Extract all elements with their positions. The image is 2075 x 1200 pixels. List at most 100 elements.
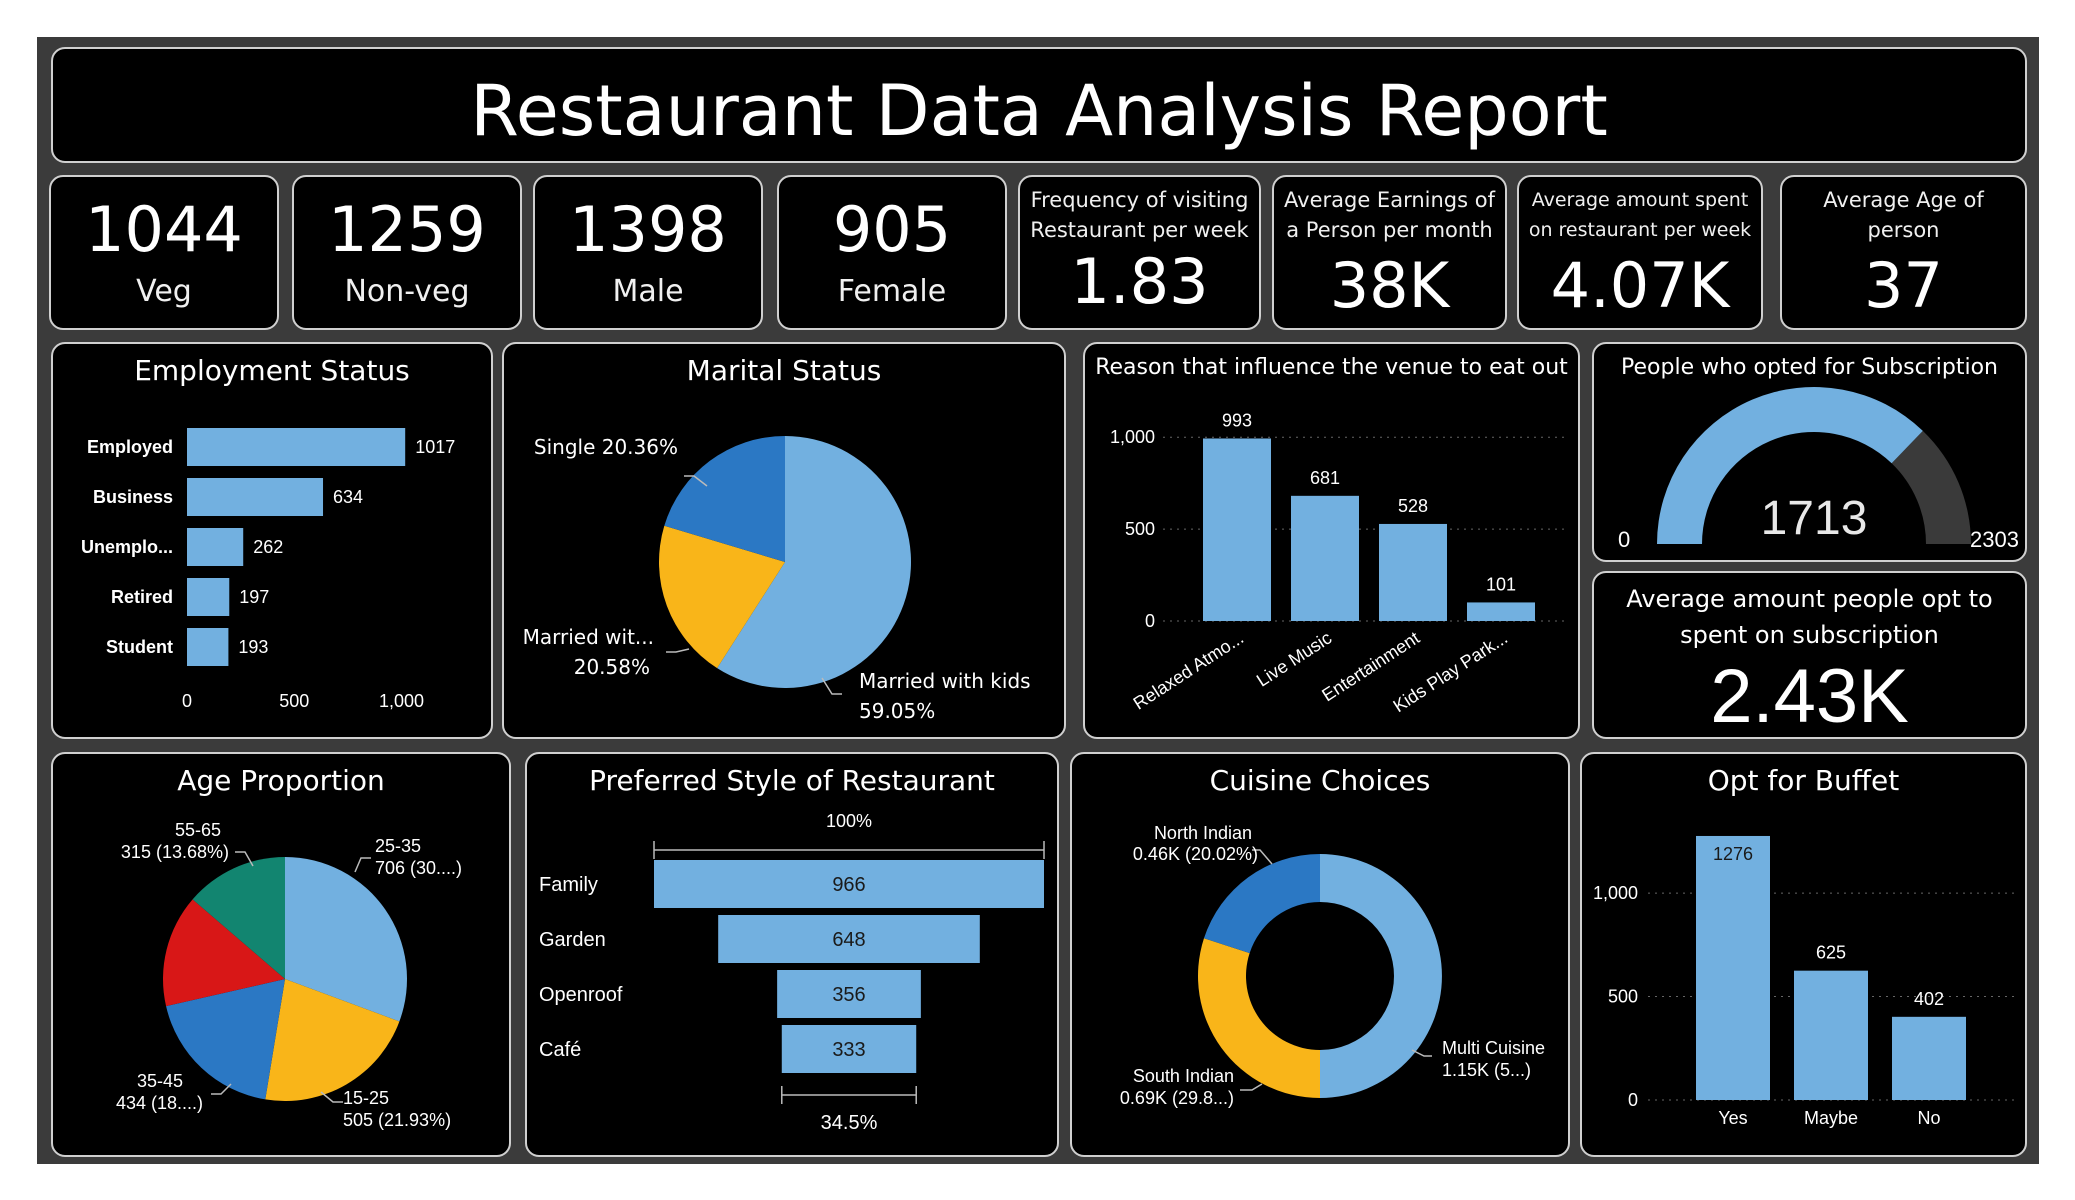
funnel-data-label: 648 [832,929,865,951]
kpi-label: Average Earnings of a Person per month [1284,188,1495,242]
employment-data-label: 197 [239,587,269,607]
age-slice-label: 35-45 [137,1071,183,1091]
employment-data-label: 262 [253,537,283,557]
funnel-data-label: 356 [832,984,865,1006]
funnel-data-label: 966 [832,874,865,896]
buffet-bar-chart: 0 500 1,000 1276 Yes 625 Maybe 402 No [1593,835,2017,1128]
employment-category-label: Student [106,637,173,657]
reason-bar-chart: 0 500 1,000 993 Relaxed Atmo... 681 Live Music… [1110,410,1565,716]
kpi-card-average-age: Average Age of person 37 [1780,175,2027,330]
funnel-category-label: Openroof [539,984,623,1006]
employment-status-card: Employment Status Employed 1017 Business 63… [51,342,493,739]
age-slice-value: 434 (18....) [116,1093,203,1113]
employment-data-label: 634 [333,487,363,507]
marital-label-kids: Married with kids [859,669,1031,693]
kpi-label: Veg [136,274,192,309]
reason-bar [1467,602,1535,621]
reason-category-label: Live Music [1253,628,1335,691]
y-tick-label: 500 [1125,519,1155,539]
kpi-value: 1.83 [1070,245,1209,318]
kpi-label: Frequency of visiting Restaurant per wee… [1030,188,1249,242]
cuisine-value: 0.46K (20.02%) [1133,844,1258,864]
kpi-value: 1044 [85,193,243,266]
kpi-card-veg: 1044 Veg [49,175,279,330]
marital-label-married-pct: 20.58% [574,655,650,679]
buffet-bar [1794,970,1868,1100]
gauge-value-label: 1713 [1761,492,1868,545]
reason-bar [1203,438,1271,621]
subscription-gauge: 1713 0 2303 [1618,387,2019,552]
leader-line [354,857,371,873]
kpi-card-frequency: Frequency of visiting Restaurant per wee… [1018,175,1261,330]
title-card: Restaurant Data Analysis Report [51,47,2027,163]
kpi-label: Average amount spent on restaurant per w… [1528,189,1752,241]
cuisine-label: North Indian [1154,823,1252,843]
marital-label-single: Single 20.36% [534,435,678,459]
employment-bar [187,528,244,566]
y-tick-label: 1,000 [1593,883,1638,903]
kpi-card-non-veg: 1259 Non-veg [292,175,522,330]
age-slice-label: 55-65 [175,820,221,840]
employment-category-label: Retired [111,587,173,607]
marital-label-kids-pct: 59.05% [859,699,935,723]
subscription-average-value: 2.43K [1710,654,1909,739]
marital-label-married: Married wit... [523,625,654,649]
kpi-card-earnings: Average Earnings of a Person per month 3… [1272,175,1507,330]
gauge-max-label: 2303 [1970,527,2019,552]
cuisine-value: 1.15K (5...) [1442,1060,1531,1080]
dashboard-frame: Restaurant Data Analysis Report 1044 Veg… [37,37,2039,1164]
funnel-category-label: Café [539,1039,581,1061]
buffet-category-label: No [1917,1108,1940,1128]
age-proportion-card: Age Proportion 25-35 706 (30....) 15-25 505… [51,752,511,1157]
panel-title: Average amount people opt to spent on su… [1626,585,1993,649]
x-tick-label: 0 [182,691,192,711]
y-tick-label: 0 [1628,1090,1638,1110]
age-pie-chart: 25-35706 (30....) 15-25505 (21.93%) 35-454… [116,820,462,1130]
kpi-value: 37 [1864,249,1943,322]
employment-category-label: Business [93,487,173,507]
slice-multi-cuisine [1320,854,1442,1098]
employment-data-label: 193 [238,637,268,657]
report-title: Restaurant Data Analysis Report [470,70,1608,152]
employment-data-label: 1017 [415,437,455,457]
cuisine-value: 0.69K (29.8...) [1120,1088,1234,1108]
y-tick-label: 0 [1145,611,1155,631]
reason-bar [1291,495,1359,621]
preferred-style-card: Preferred Style of Restaurant 100% 966 Fam… [525,752,1059,1157]
funnel-category-label: Garden [539,929,606,951]
gauge-min-label: 0 [1618,527,1630,552]
age-slice-value: 315 (13.68%) [121,842,229,862]
marital-status-card: Marital Status Single 20.36% Married wit.… [502,342,1066,739]
kpi-card-amount-spent: Average amount spent on restaurant per w… [1517,175,1763,330]
x-tick-label: 500 [279,691,309,711]
kpi-card-male: 1398 Male [533,175,763,330]
employment-category-label: Unemplo... [81,537,173,557]
kpi-value: 1259 [328,193,486,266]
cuisine-choices-card: Cuisine Choices Multi Cuisine 1.15K (5...… [1070,752,1570,1157]
reason-category-label: Relaxed Atmo... [1130,628,1247,714]
x-tick-label: 1,000 [379,691,424,711]
employment-bar [187,628,229,666]
kpi-value: 905 [832,193,952,266]
kpi-label: Non-veg [344,274,470,309]
employment-bar [187,428,406,466]
reason-bar [1379,523,1447,621]
kpi-value: 4.07K [1550,249,1730,322]
kpi-value: 38K [1329,249,1450,322]
funnel-category-label: Family [539,874,598,896]
buffet-category-label: Maybe [1804,1108,1858,1128]
y-tick-label: 500 [1608,987,1638,1007]
reason-data-label: 993 [1222,410,1252,430]
buffet-bar [1696,835,1770,1100]
y-tick-label: 1,000 [1110,427,1155,447]
subscription-average-card: Average amount people opt to spent on su… [1592,571,2027,739]
cuisine-label: Multi Cuisine [1442,1038,1545,1058]
employment-bar [187,478,324,516]
kpi-label: Female [837,274,947,309]
marital-pie-chart: Single 20.36% Married wit... 20.58% Married… [523,435,1031,723]
kpi-value: 1398 [569,193,727,266]
age-slice-label: 15-25 [343,1088,389,1108]
age-slice-value: 706 (30....) [375,858,462,878]
employment-bar [187,578,230,616]
age-slice-value: 505 (21.93%) [343,1110,451,1130]
